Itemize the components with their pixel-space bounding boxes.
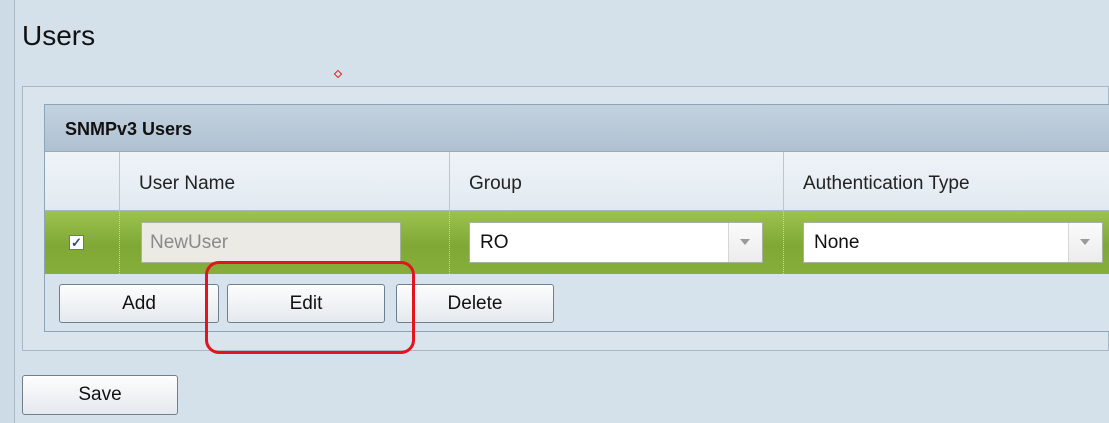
row-divider xyxy=(783,211,785,274)
save-button[interactable]: Save xyxy=(22,375,178,415)
column-header-group: Group xyxy=(469,173,522,194)
column-header-user-name: User Name xyxy=(139,173,236,194)
page-title: Users xyxy=(22,20,96,51)
authentication-type-select[interactable]: None xyxy=(803,222,1103,263)
add-button[interactable]: Add xyxy=(59,284,219,323)
user-name-field[interactable] xyxy=(141,222,401,263)
column-divider xyxy=(119,152,120,210)
panel-title: SNMPv3 Users xyxy=(65,119,193,139)
table-row[interactable]: ✓ RO None xyxy=(45,211,1109,274)
delete-button[interactable]: Delete xyxy=(396,284,554,323)
group-select-value: RO xyxy=(480,232,509,253)
group-select[interactable]: RO xyxy=(469,222,763,263)
column-divider xyxy=(783,152,784,210)
table-header-row: User Name Group Authentication Type xyxy=(45,152,1109,211)
row-select-checkbox[interactable]: ✓ xyxy=(69,235,84,250)
chevron-down-icon[interactable] xyxy=(728,223,762,262)
column-divider xyxy=(449,152,450,210)
row-divider xyxy=(119,211,121,274)
chevron-down-icon[interactable] xyxy=(1068,223,1102,262)
highlight-annotation xyxy=(205,261,415,354)
row-divider xyxy=(449,211,451,274)
authentication-type-select-value: None xyxy=(814,232,860,253)
column-header-authentication-type: Authentication Type xyxy=(803,173,970,194)
snmpv3-users-panel: SNMPv3 Users User Name Group Authenticat… xyxy=(44,104,1109,332)
panel-header: SNMPv3 Users xyxy=(45,105,1109,152)
